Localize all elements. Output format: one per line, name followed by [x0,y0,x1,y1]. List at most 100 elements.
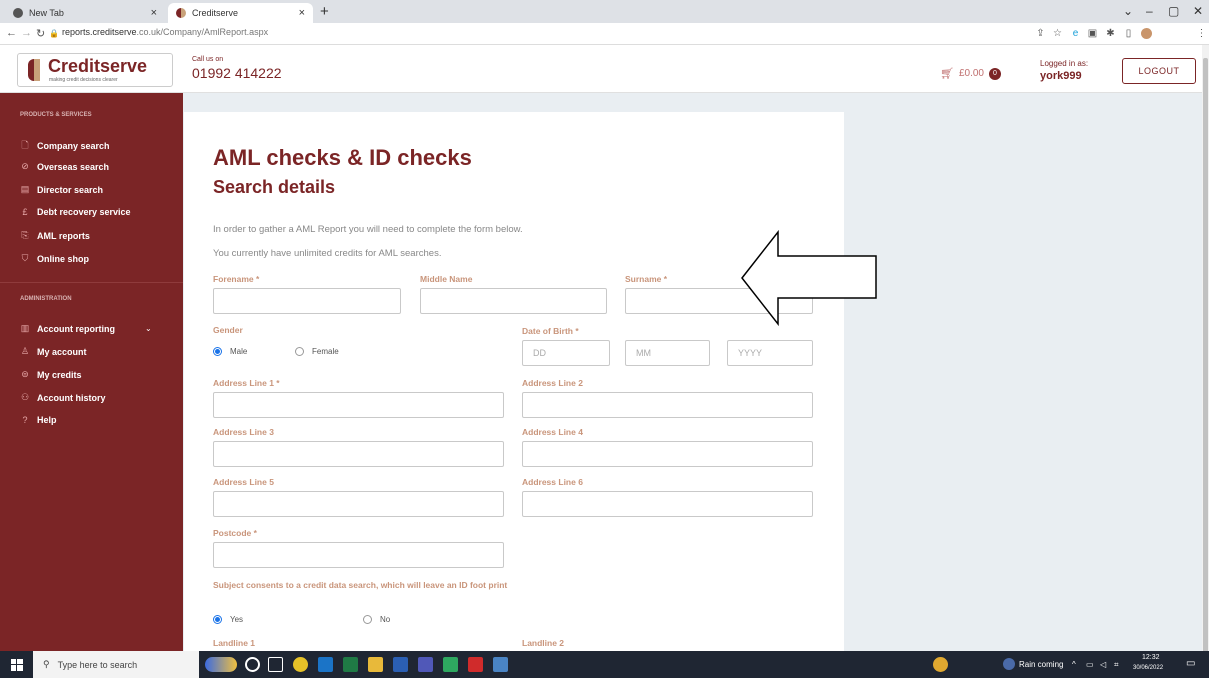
clock-time[interactable]: 12:32 [1142,654,1160,661]
url-host: reports.creditserve [62,27,137,37]
site-header: Creditserve making credit decisions clea… [0,45,1209,93]
consent-yes-radio[interactable]: Yes [213,615,243,624]
back-icon[interactable]: ← [6,27,17,39]
task-view-icon[interactable] [268,657,283,672]
url-field[interactable]: reports.creditserve.co.uk/Company/AmlRep… [62,27,268,37]
pound-icon: £ [22,207,28,217]
sidebar-item-account-history[interactable]: ⚇ Account history [20,392,106,403]
middle-name-input[interactable] [420,288,607,314]
bookmark-star-icon[interactable]: ☆ [1052,28,1063,39]
forward-icon[interactable]: → [21,27,32,39]
chrome-taskbar-icon[interactable] [293,657,308,672]
sidebar-item-account-reporting[interactable]: ▥ Account reporting [20,323,115,334]
share-icon[interactable]: ⇪ [1035,28,1046,39]
reload-icon[interactable]: ↻ [36,27,45,40]
profile-avatar-icon[interactable] [1141,28,1152,39]
sidebar-section-products: PRODUCTS & SERVICES [20,112,92,118]
side-panel-icon[interactable]: ▯ [1123,28,1134,39]
address-line-3-input[interactable] [213,441,504,467]
sidebar-item-director-search[interactable]: ▤ Director search [20,184,103,195]
cart-icon: ⛉ [21,253,29,263]
taskbar-search-placeholder: Type here to search [57,659,138,670]
close-tab-icon[interactable]: × [299,7,305,19]
sidebar-item-overseas-search[interactable]: ⊘ Overseas search [20,161,109,172]
browser-menu-icon[interactable]: ⋮ [1196,28,1207,39]
file-explorer-icon[interactable] [368,657,383,672]
acrobat-icon[interactable] [468,657,483,672]
sidebar-item-help[interactable]: ? Help [20,415,56,425]
landline-1-label: Landline 1 [213,638,256,648]
address-line-4-input[interactable] [522,441,813,467]
middle-name-label: Middle Name [420,274,473,284]
sidebar-item-online-shop[interactable]: ⛉ Online shop [20,253,89,264]
minimize-icon[interactable]: – [1146,4,1153,18]
consent-no-radio[interactable]: No [363,615,390,624]
maximize-icon[interactable]: ▢ [1168,4,1179,18]
sidebar-section-administration: ADMINISTRATION [20,296,72,302]
address-line-5-input[interactable] [213,491,504,517]
cart-amount: £0.00 [958,68,984,79]
tab-search-icon[interactable]: ⌄ [1123,4,1133,18]
volume-icon[interactable]: ◁ [1100,660,1106,669]
creditserve-favicon-icon [176,8,186,18]
address-line-6-input[interactable] [522,491,813,517]
edge-extension-icon[interactable]: e [1070,28,1081,39]
extension-icon[interactable]: ▣ [1087,28,1098,39]
sidebar-item-company-search[interactable]: 🗋 Company search [20,138,109,154]
creditserve-logo[interactable]: Creditserve making credit decisions clea… [17,53,173,87]
dob-month-input[interactable] [625,340,710,366]
network-icon[interactable]: ▭ [1086,660,1094,669]
consent-label: Subject consents to a credit data search… [213,580,508,590]
close-window-icon[interactable]: ✕ [1193,4,1203,18]
logout-button[interactable]: LOGOUT [1122,58,1196,84]
sidebar-divider [0,282,183,283]
gender-male-radio[interactable]: Male [213,347,247,356]
help-tray-icon[interactable] [933,657,948,672]
intro-text: In order to gather a AML Report you will… [213,224,523,235]
gender-female-radio[interactable]: Female [295,347,339,356]
id-card-icon: ▤ [20,184,30,194]
browser-tab-bar: New Tab × Creditserve × + ⌄ – ▢ ✕ [0,0,1209,23]
calculator-icon[interactable] [493,657,508,672]
outlook-icon[interactable] [318,657,333,672]
taskbar-search-box[interactable]: ⚲ Type here to search [33,651,199,678]
excel-icon[interactable] [343,657,358,672]
sidebar-item-aml-reports[interactable]: ⎘ AML reports [20,230,89,241]
sidebar-item-my-account[interactable]: ♙ My account [20,346,87,357]
word-icon[interactable] [393,657,408,672]
teams-icon[interactable] [418,657,433,672]
tab-creditserve[interactable]: Creditserve × [168,3,313,23]
forename-input[interactable] [213,288,401,314]
scrollbar-thumb[interactable] [1203,58,1208,653]
cortana-icon[interactable] [245,657,260,672]
green-app-icon[interactable] [443,657,458,672]
windows-taskbar: ⚲ Type here to search Rain coming ^ ▭ ◁ … [0,651,1209,678]
logo-mark-icon [28,59,40,81]
language-icon[interactable]: ⌗ [1114,660,1119,670]
address-line-4-label: Address Line 4 [522,427,583,437]
sidebar-item-debt-recovery[interactable]: £ Debt recovery service [20,207,130,217]
gender-label: Gender [213,325,243,335]
widgets-icon[interactable] [205,657,237,672]
annotation-arrow-icon [741,229,877,327]
lock-icon: 🔒 [49,29,59,38]
tab-new-tab[interactable]: New Tab × [5,3,165,23]
address-line-1-input[interactable] [213,392,504,418]
dob-day-input[interactable] [522,340,610,366]
history-icon: ⚇ [20,392,30,402]
tray-overflow-chevron-icon[interactable]: ^ [1072,660,1076,669]
chevron-down-icon[interactable]: ⌄ [145,324,152,333]
close-tab-icon[interactable]: × [151,7,157,19]
puzzle-extensions-icon[interactable]: ✱ [1105,28,1116,39]
new-tab-button[interactable]: + [320,3,329,20]
clock-date[interactable]: 30/06/2022 [1133,665,1163,671]
address-line-2-input[interactable] [522,392,813,418]
notification-icon[interactable]: ▭ [1186,658,1195,669]
cart-summary[interactable]: 🛒︎ £0.00 0 [940,67,1001,80]
dob-year-input[interactable] [727,340,813,366]
windows-start-icon[interactable] [11,658,23,671]
username: york999 [1040,70,1082,82]
weather-text[interactable]: Rain coming [1019,660,1063,669]
postcode-input[interactable] [213,542,504,568]
sidebar-item-my-credits[interactable]: ⊜ My credits [20,369,81,380]
